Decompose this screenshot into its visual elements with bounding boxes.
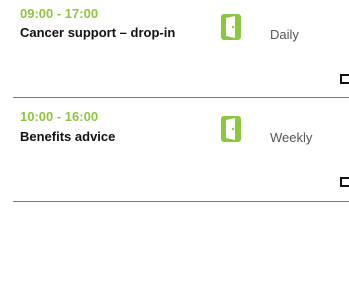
session-frequency: Weekly: [270, 130, 313, 145]
row-divider: [13, 201, 349, 202]
session-frequency: Daily: [270, 27, 299, 42]
open-door-icon: [221, 14, 241, 40]
session-list: 09:00 - 17:00 Cancer support – drop-in D…: [0, 0, 349, 302]
expand-toggle-icon[interactable]: [340, 74, 349, 84]
session-title: Cancer support – drop-in: [20, 25, 176, 40]
session-row[interactable]: 09:00 - 17:00 Cancer support – drop-in D…: [13, 0, 349, 98]
session-time: 09:00 - 17:00: [20, 6, 99, 21]
session-row[interactable]: 10:00 - 16:00 Benefits advice Weekly: [13, 98, 349, 202]
session-time: 10:00 - 16:00: [20, 109, 99, 124]
session-title: Benefits advice: [20, 129, 116, 144]
expand-toggle-icon[interactable]: [340, 177, 349, 187]
open-door-icon: [221, 116, 241, 142]
